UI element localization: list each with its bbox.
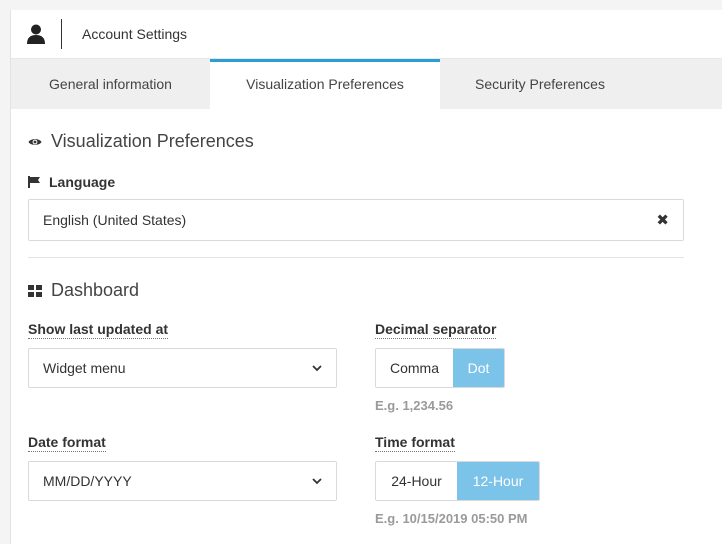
window-title: Account Settings <box>82 26 188 42</box>
time-format-example: E.g. 10/15/2019 05:50 PM <box>375 511 528 526</box>
time-format-toggle: 24-Hour 12-Hour <box>375 461 540 501</box>
time-format-label-text: Time format <box>375 434 455 452</box>
last-updated-select[interactable]: Widget menu <box>28 348 337 388</box>
tab-security-preferences[interactable]: Security Preferences <box>440 59 640 109</box>
time-format-label: Time format <box>375 434 455 452</box>
date-format-label: Date format <box>28 434 106 452</box>
eye-icon <box>28 137 42 147</box>
tab-visualization-preferences[interactable]: Visualization Preferences <box>210 59 440 109</box>
time-24-hour-option[interactable]: 24-Hour <box>376 462 457 500</box>
date-format-label-text: Date format <box>28 434 106 452</box>
dashboard-section-label: Dashboard <box>51 280 140 300</box>
user-icon <box>11 10 61 59</box>
language-select[interactable]: English (United States) ✖ <box>28 199 684 241</box>
account-settings-window: Account Settings General information Vis… <box>10 10 722 544</box>
decimal-dot-option[interactable]: Dot <box>453 349 504 387</box>
visualization-section-title: Visualization Preferences <box>28 131 254 152</box>
date-format-value: MM/DD/YYYY <box>43 473 132 489</box>
titlebar: Account Settings <box>11 10 722 59</box>
language-label-text: Language <box>49 174 116 190</box>
tab-bar: General information Visualization Prefer… <box>11 59 722 109</box>
dashboard-grid-icon <box>28 284 42 297</box>
decimal-separator-label-text: Decimal separator <box>375 321 497 339</box>
decimal-separator-label: Decimal separator <box>375 321 497 339</box>
clear-language-icon[interactable]: ✖ <box>656 211 669 229</box>
chevron-down-icon <box>312 364 322 372</box>
last-updated-label-text: Show last updated at <box>28 321 169 339</box>
flag-icon <box>28 176 41 188</box>
tab-general-information[interactable]: General information <box>11 59 210 109</box>
language-label: Language <box>28 174 115 190</box>
time-12-hour-option[interactable]: 12-Hour <box>457 462 539 500</box>
language-value: English (United States) <box>43 212 187 228</box>
decimal-separator-toggle: Comma Dot <box>375 348 505 388</box>
decimal-separator-example: E.g. 1,234.56 <box>375 398 454 413</box>
date-format-select[interactable]: MM/DD/YYYY <box>28 461 337 501</box>
last-updated-value: Widget menu <box>43 360 126 376</box>
chevron-down-icon <box>312 477 322 485</box>
decimal-comma-option[interactable]: Comma <box>376 349 453 387</box>
dashboard-section-title: Dashboard <box>28 280 139 301</box>
visualization-section-label: Visualization Preferences <box>51 131 254 151</box>
last-updated-label: Show last updated at <box>28 321 169 339</box>
section-divider <box>28 257 684 258</box>
